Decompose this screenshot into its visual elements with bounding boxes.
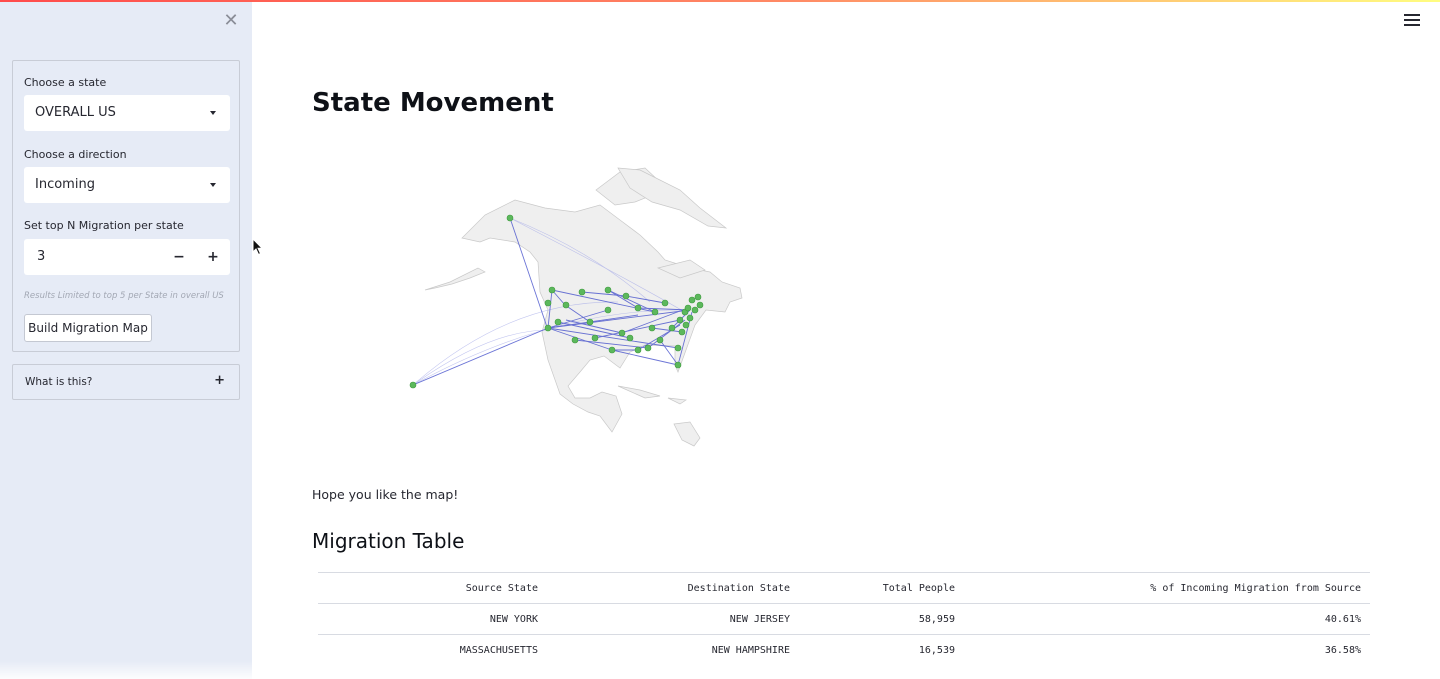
node — [674, 361, 682, 369]
node — [686, 314, 694, 322]
node — [688, 296, 696, 304]
mouse-cursor-icon — [252, 238, 264, 256]
node — [668, 324, 676, 332]
node — [674, 344, 682, 352]
table-title: Migration Table — [312, 529, 465, 553]
node — [684, 304, 692, 312]
node — [554, 318, 562, 326]
direction-select[interactable]: Incoming — [24, 167, 230, 203]
node — [578, 288, 586, 296]
table-row: NEW YORK NEW JERSEY 58,959 40.61% — [318, 603, 1370, 635]
table-header-row: Source State Destination State Total Peo… — [318, 572, 1370, 604]
what-is-this-expander[interactable]: What is this? + — [12, 364, 240, 400]
state-select-label: Choose a state — [24, 76, 107, 89]
node — [506, 214, 514, 222]
build-migration-map-button[interactable]: Build Migration Map — [24, 314, 152, 342]
caret-down-icon — [210, 183, 216, 187]
state-select-value: OVERALL US — [35, 105, 116, 120]
state-select[interactable]: OVERALL US — [24, 95, 230, 131]
node — [651, 308, 659, 316]
node — [548, 286, 556, 294]
hamburger-menu-icon[interactable] — [1404, 14, 1420, 28]
node — [544, 324, 552, 332]
close-icon[interactable]: ✕ — [222, 12, 240, 30]
node — [544, 299, 552, 307]
node — [562, 301, 570, 309]
map-caption: Hope you like the map! — [312, 487, 459, 502]
table-cell: 40.61% — [964, 603, 1370, 635]
table-cell: NEW YORK — [318, 603, 547, 635]
column-header[interactable]: Destination State — [547, 572, 799, 604]
node — [644, 344, 652, 352]
node — [634, 346, 642, 354]
column-header[interactable]: Source State — [318, 572, 547, 604]
node — [618, 329, 626, 337]
expander-label: What is this? — [25, 376, 93, 388]
app-top-decoration — [0, 0, 1440, 2]
bottom-fade — [0, 661, 1440, 679]
caret-down-icon — [210, 111, 216, 115]
topn-label: Set top N Migration per state — [24, 219, 184, 232]
column-header[interactable]: % of Incoming Migration from Source — [964, 572, 1370, 604]
node — [622, 292, 630, 300]
node — [648, 324, 656, 332]
node — [571, 336, 579, 344]
node — [604, 286, 612, 294]
help-text: Results Limited to top 5 per State in ov… — [24, 291, 224, 301]
node — [409, 381, 417, 389]
node — [608, 346, 616, 354]
node — [661, 299, 669, 307]
node — [694, 293, 702, 301]
node — [696, 301, 704, 309]
topn-value[interactable]: 3 — [37, 239, 45, 275]
node — [682, 321, 690, 329]
node — [591, 334, 599, 342]
node — [691, 306, 699, 314]
page-title: State Movement — [312, 88, 554, 118]
decrement-button[interactable]: − — [168, 239, 190, 275]
node — [676, 316, 684, 324]
node — [656, 336, 664, 344]
controls-form: Choose a state OVERALL US Choose a direc… — [12, 60, 240, 352]
table-cell: NEW JERSEY — [547, 603, 799, 635]
migration-table: Source State Destination State Total Peo… — [318, 572, 1370, 665]
node — [626, 334, 634, 342]
table-cell: 58,959 — [799, 603, 964, 635]
migration-map[interactable] — [390, 160, 770, 455]
column-header[interactable]: Total People — [799, 572, 964, 604]
direction-select-label: Choose a direction — [24, 148, 127, 161]
sidebar: ✕ Choose a state OVERALL US Choose a dir… — [0, 0, 252, 679]
node — [634, 304, 642, 312]
topn-number-input[interactable]: 3 − + — [24, 239, 230, 275]
expand-plus-icon[interactable]: + — [214, 373, 225, 388]
node — [604, 306, 612, 314]
direction-select-value: Incoming — [35, 177, 95, 192]
node — [586, 318, 594, 326]
node — [678, 328, 686, 336]
increment-button[interactable]: + — [202, 239, 224, 275]
